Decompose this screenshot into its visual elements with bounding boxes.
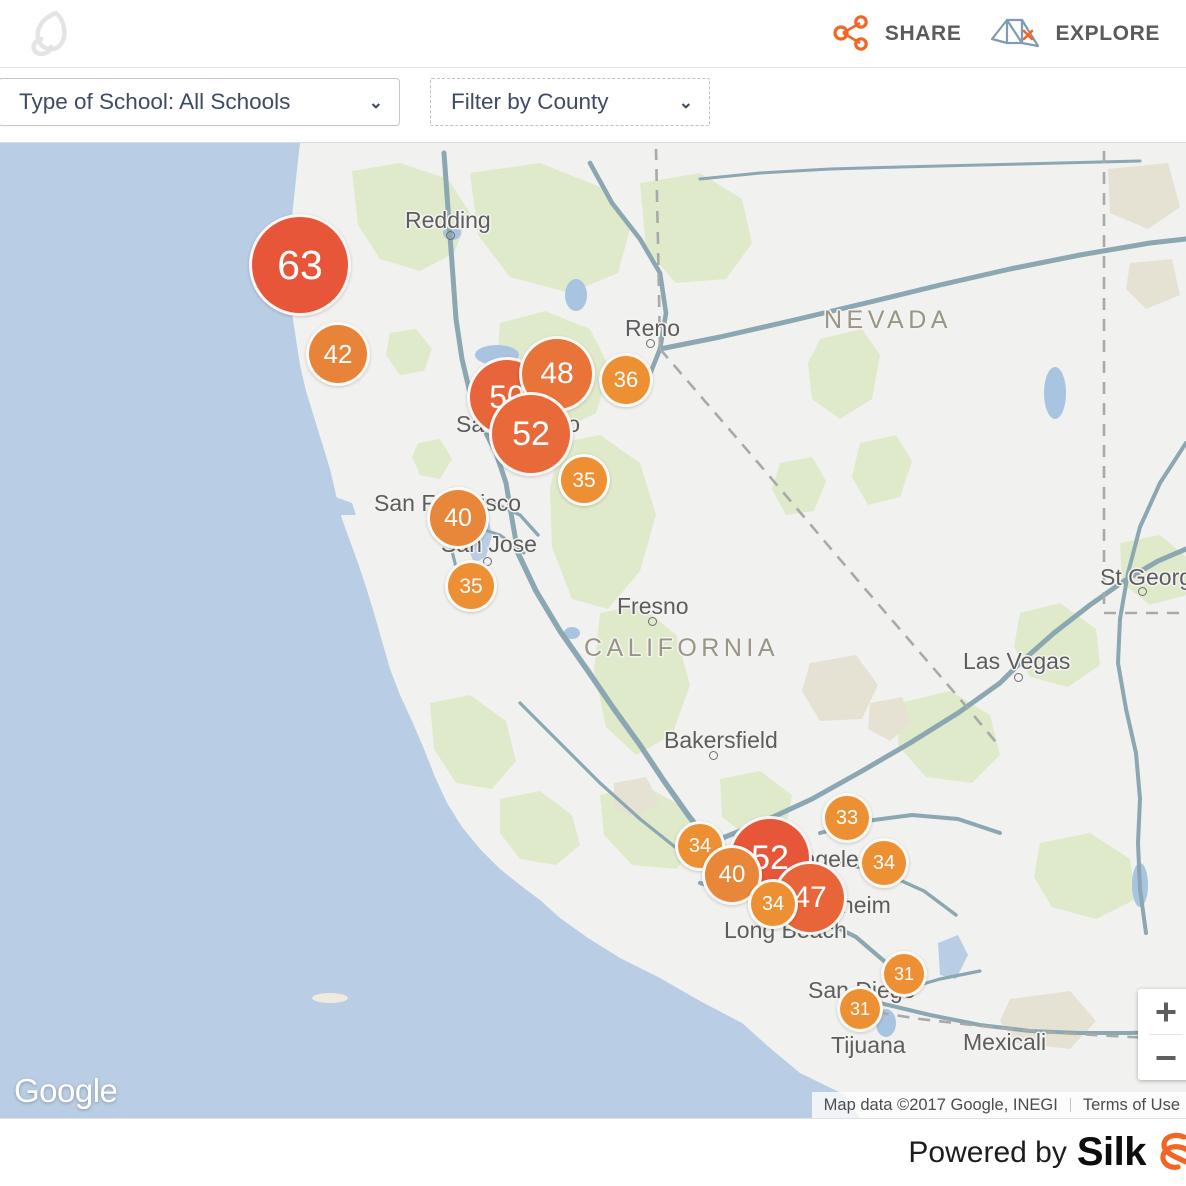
share-nodes-icon — [831, 13, 871, 56]
cluster-marker-count: 40 — [719, 863, 746, 887]
cluster-marker[interactable]: 52 — [489, 392, 573, 476]
map-attribution: Map data ©2017 Google, INEGI Terms of Us… — [812, 1092, 1186, 1118]
cluster-marker-count: 31 — [894, 965, 914, 983]
cluster-marker[interactable]: 35 — [558, 454, 610, 506]
cluster-marker[interactable]: 33 — [822, 793, 872, 843]
cluster-marker[interactable]: 40 — [427, 487, 489, 549]
cluster-marker-count: 52 — [512, 417, 550, 451]
cluster-marker-count: 34 — [762, 894, 784, 914]
explore-label: EXPLORE — [1055, 22, 1160, 46]
zoom-in-button[interactable] — [1138, 989, 1186, 1034]
cluster-marker-count: 40 — [444, 506, 472, 531]
silk-leaf-logo[interactable] — [22, 7, 78, 63]
cluster-marker[interactable]: 34 — [859, 838, 909, 888]
chevron-down-icon: ⌄ — [369, 94, 383, 111]
attribution-divider — [1070, 1098, 1071, 1112]
minus-icon — [1155, 1047, 1177, 1069]
share-label: SHARE — [885, 22, 962, 46]
cluster-marker-count: 34 — [689, 836, 711, 856]
cluster-marker-count: 34 — [873, 853, 895, 873]
cluster-marker-count: 35 — [572, 470, 595, 491]
silk-ampersand-mark — [1154, 1127, 1186, 1178]
map-zoom-control — [1138, 989, 1186, 1080]
cluster-marker[interactable]: 63 — [249, 214, 351, 316]
cluster-marker[interactable]: 31 — [881, 951, 927, 997]
cluster-marker-count: 42 — [324, 341, 353, 367]
google-map[interactable]: Redding Reno NEVADA Sacramento San Franc… — [0, 143, 1186, 1118]
cluster-marker-count: 35 — [459, 576, 482, 597]
cluster-marker-count: 48 — [540, 359, 573, 389]
county-value: Filter by County — [451, 89, 669, 115]
school-type-value: Type of School: All Schools — [19, 89, 359, 115]
silk-brand-name: Silk — [1077, 1130, 1146, 1175]
cluster-marker[interactable]: 42 — [306, 322, 370, 386]
attribution-text: Map data ©2017 Google, INEGI — [824, 1096, 1058, 1115]
filter-bar: Type of School: All Schools ⌄ Filter by … — [0, 68, 1186, 143]
cluster-marker[interactable]: 34 — [748, 879, 798, 929]
powered-by-label: Powered by — [908, 1136, 1066, 1170]
folded-map-icon — [989, 12, 1041, 57]
chevron-down-icon: ⌄ — [679, 94, 693, 111]
cluster-marker-count: 33 — [836, 808, 858, 828]
header-actions: SHARE EXPLORE — [817, 0, 1174, 68]
share-button[interactable]: SHARE — [817, 0, 976, 68]
cluster-marker[interactable]: 36 — [599, 353, 653, 407]
app-footer: Powered by Silk — [0, 1118, 1186, 1186]
county-select[interactable]: Filter by County ⌄ — [430, 78, 710, 126]
cluster-marker[interactable]: 35 — [445, 560, 497, 612]
plus-icon — [1155, 1001, 1177, 1023]
cluster-marker[interactable]: 31 — [837, 986, 883, 1032]
app-header: SHARE EXPLORE — [0, 0, 1186, 68]
app-root: SHARE EXPLORE — [0, 0, 1186, 1186]
zoom-out-button[interactable] — [1138, 1035, 1186, 1080]
school-type-select[interactable]: Type of School: All Schools ⌄ — [0, 78, 400, 126]
cluster-marker-count: 63 — [277, 245, 323, 286]
cluster-marker-count: 31 — [850, 1000, 870, 1018]
cluster-marker-count: 47 — [793, 883, 826, 913]
explore-button[interactable]: EXPLORE — [975, 0, 1174, 68]
cluster-marker-count: 36 — [614, 369, 638, 391]
terms-of-use-link[interactable]: Terms of Use — [1083, 1096, 1180, 1115]
